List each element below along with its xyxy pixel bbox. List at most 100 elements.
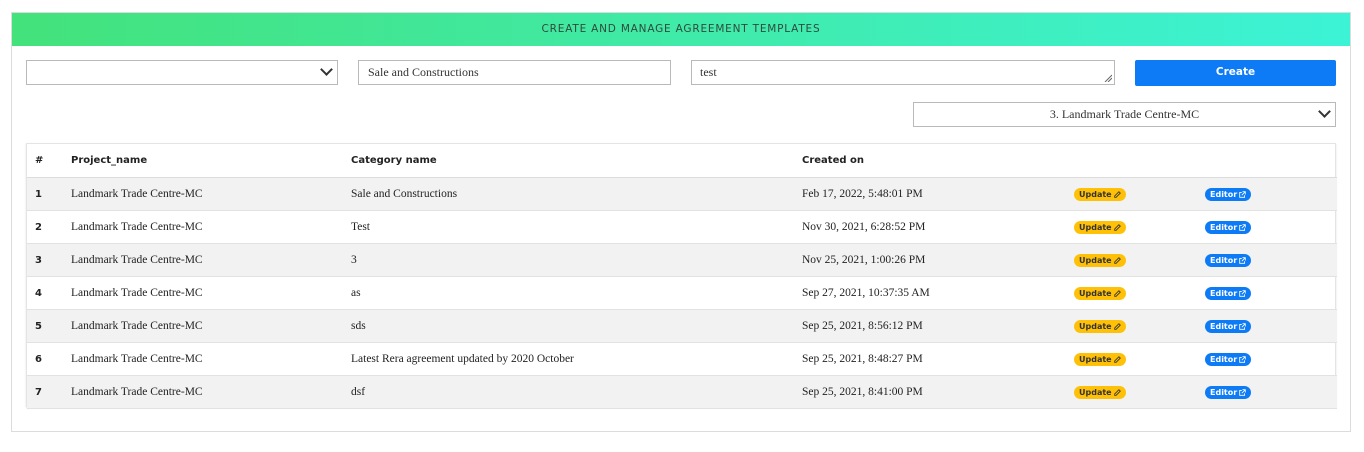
editor-button-label: Editor bbox=[1210, 354, 1238, 364]
table-row: 5 Landmark Trade Centre-MC sds Sep 25, 2021… bbox=[27, 309, 1337, 343]
update-button[interactable]: Update bbox=[1074, 286, 1126, 300]
row-number: 4 bbox=[27, 276, 71, 310]
external-link-icon bbox=[1237, 190, 1246, 199]
external-link-icon bbox=[1237, 388, 1246, 397]
row-project-name: Landmark Trade Centre-MC bbox=[71, 210, 351, 244]
update-button-label: Update bbox=[1079, 255, 1112, 265]
table-row: 3 Landmark Trade Centre-MC 3 Nov 25, 2021, … bbox=[27, 243, 1337, 277]
project-select[interactable]: 3. Landmark Trade Centre-MC bbox=[913, 102, 1336, 127]
row-update-cell: Update bbox=[1074, 243, 1205, 277]
editor-button-label: Editor bbox=[1210, 189, 1238, 199]
resize-grip-icon[interactable] bbox=[1104, 74, 1112, 82]
editor-button-label: Editor bbox=[1210, 222, 1238, 232]
row-created-on: Feb 17, 2022, 5:48:01 PM bbox=[802, 177, 1074, 211]
editor-button[interactable]: Editor bbox=[1205, 220, 1252, 234]
project-select-value: 3. Landmark Trade Centre-MC bbox=[1049, 107, 1200, 121]
external-link-icon bbox=[1237, 322, 1246, 331]
external-link-icon bbox=[1237, 355, 1246, 364]
column-header-num: # bbox=[27, 144, 71, 178]
column-header-editor bbox=[1205, 144, 1337, 178]
row-project-name: Landmark Trade Centre-MC bbox=[71, 177, 351, 211]
row-category-name: dsf bbox=[351, 375, 802, 409]
external-link-icon bbox=[1237, 256, 1246, 265]
create-button[interactable]: Create bbox=[1135, 60, 1336, 86]
editor-button[interactable]: Editor bbox=[1205, 319, 1252, 333]
table-row: 7 Landmark Trade Centre-MC dsf Sep 25, 2021… bbox=[27, 375, 1337, 409]
row-editor-cell: Editor bbox=[1205, 342, 1337, 376]
column-header-category: Category name bbox=[351, 144, 802, 178]
editor-button[interactable]: Editor bbox=[1205, 187, 1252, 201]
chevron-down-icon bbox=[1318, 105, 1331, 118]
row-category-name: Sale and Constructions bbox=[351, 177, 802, 211]
row-editor-cell: Editor bbox=[1205, 243, 1337, 277]
update-button-label: Update bbox=[1079, 387, 1112, 397]
update-button-label: Update bbox=[1079, 288, 1112, 298]
update-button[interactable]: Update bbox=[1074, 187, 1126, 201]
row-number: 7 bbox=[27, 375, 71, 409]
row-editor-cell: Editor bbox=[1205, 375, 1337, 409]
update-button[interactable]: Update bbox=[1074, 352, 1126, 366]
row-number: 1 bbox=[27, 177, 71, 211]
edit-icon bbox=[1112, 223, 1121, 232]
editor-button[interactable]: Editor bbox=[1205, 253, 1252, 267]
editor-button[interactable]: Editor bbox=[1205, 286, 1252, 300]
editor-button-label: Editor bbox=[1210, 288, 1238, 298]
edit-icon bbox=[1112, 355, 1121, 364]
update-button[interactable]: Update bbox=[1074, 385, 1126, 399]
row-editor-cell: Editor bbox=[1205, 210, 1337, 244]
editor-button-label: Editor bbox=[1210, 387, 1238, 397]
row-update-cell: Update bbox=[1074, 309, 1205, 343]
row-editor-cell: Editor bbox=[1205, 276, 1337, 310]
row-project-name: Landmark Trade Centre-MC bbox=[71, 309, 351, 343]
template-type-select[interactable] bbox=[26, 60, 338, 85]
column-header-created: Created on bbox=[802, 144, 1074, 178]
chevron-down-icon bbox=[320, 63, 333, 76]
row-created-on: Nov 25, 2021, 1:00:26 PM bbox=[802, 243, 1074, 277]
table-row: 6 Landmark Trade Centre-MC Latest Rera agr… bbox=[27, 342, 1337, 376]
card-header-title: CREATE AND MANAGE AGREEMENT TEMPLATES bbox=[12, 13, 1350, 46]
update-button[interactable]: Update bbox=[1074, 220, 1126, 234]
row-update-cell: Update bbox=[1074, 342, 1205, 376]
table-row: 1 Landmark Trade Centre-MC Sale and Constr… bbox=[27, 177, 1337, 211]
row-created-on: Sep 25, 2021, 8:56:12 PM bbox=[802, 309, 1074, 343]
row-project-name: Landmark Trade Centre-MC bbox=[71, 375, 351, 409]
editor-button-label: Editor bbox=[1210, 321, 1238, 331]
row-created-on: Sep 25, 2021, 8:48:27 PM bbox=[802, 342, 1074, 376]
edit-icon bbox=[1112, 289, 1121, 298]
editor-button[interactable]: Editor bbox=[1205, 385, 1252, 399]
row-created-on: Sep 25, 2021, 8:41:00 PM bbox=[802, 375, 1074, 409]
row-update-cell: Update bbox=[1074, 375, 1205, 409]
row-category-name: Latest Rera agreement updated by 2020 Oc… bbox=[351, 342, 802, 376]
row-editor-cell: Editor bbox=[1205, 309, 1337, 343]
editor-button-label: Editor bbox=[1210, 255, 1238, 265]
row-update-cell: Update bbox=[1074, 276, 1205, 310]
row-category-name: 3 bbox=[351, 243, 802, 277]
row-number: 5 bbox=[27, 309, 71, 343]
table-row: 4 Landmark Trade Centre-MC as Sep 27, 2021,… bbox=[27, 276, 1337, 310]
table-header-row: # Project_name Category name Created on bbox=[27, 144, 1337, 178]
row-number: 3 bbox=[27, 243, 71, 277]
row-created-on: Nov 30, 2021, 6:28:52 PM bbox=[802, 210, 1074, 244]
templates-table: # Project_name Category name Created on … bbox=[26, 143, 1337, 409]
template-name-value: test bbox=[700, 65, 717, 79]
row-project-name: Landmark Trade Centre-MC bbox=[71, 342, 351, 376]
column-header-project: Project_name bbox=[71, 144, 351, 178]
update-button-label: Update bbox=[1079, 321, 1112, 331]
row-number: 6 bbox=[27, 342, 71, 376]
update-button[interactable]: Update bbox=[1074, 253, 1126, 267]
row-category-name: sds bbox=[351, 309, 802, 343]
row-project-name: Landmark Trade Centre-MC bbox=[71, 243, 351, 277]
row-update-cell: Update bbox=[1074, 177, 1205, 211]
row-created-on: Sep 27, 2021, 10:37:35 AM bbox=[802, 276, 1074, 310]
update-button[interactable]: Update bbox=[1074, 319, 1126, 333]
row-editor-cell: Editor bbox=[1205, 177, 1337, 211]
category-name-input[interactable]: Sale and Constructions bbox=[358, 60, 671, 85]
update-button-label: Update bbox=[1079, 222, 1112, 232]
editor-button[interactable]: Editor bbox=[1205, 352, 1252, 366]
row-number: 2 bbox=[27, 210, 71, 244]
row-update-cell: Update bbox=[1074, 210, 1205, 244]
row-project-name: Landmark Trade Centre-MC bbox=[71, 276, 351, 310]
row-category-name: as bbox=[351, 276, 802, 310]
edit-icon bbox=[1112, 322, 1121, 331]
template-name-textarea[interactable]: test bbox=[691, 60, 1115, 85]
